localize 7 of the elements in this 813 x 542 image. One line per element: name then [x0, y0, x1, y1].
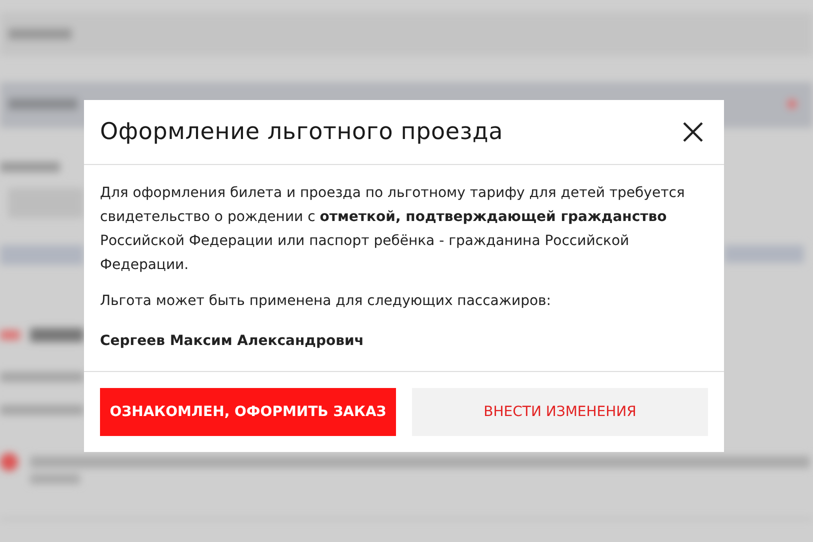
- confirm-button[interactable]: ОЗНАКОМЛЕН, ОФОРМИТЬ ЗАКАЗ: [100, 388, 396, 436]
- paragraph: Льгота может быть применена для следующих пассажиров:: [100, 292, 552, 311]
- edit-button[interactable]: ВНЕСТИ ИЗМЕНЕНИЯ: [412, 388, 708, 436]
- dialog-title: Оформление льготного проезда: [100, 119, 503, 145]
- close-icon[interactable]: [682, 121, 704, 143]
- passenger-name: Сергеев Максим Александрович: [100, 332, 365, 351]
- paragraph: Для оформления билета и проезда по льготному тарифу для детей требуется свидетельство о рождении с отметкой, подтверждающей гражданство Российской Федерации или паспорт ребёнка - гражданина Российской Федерации.: [100, 184, 686, 275]
